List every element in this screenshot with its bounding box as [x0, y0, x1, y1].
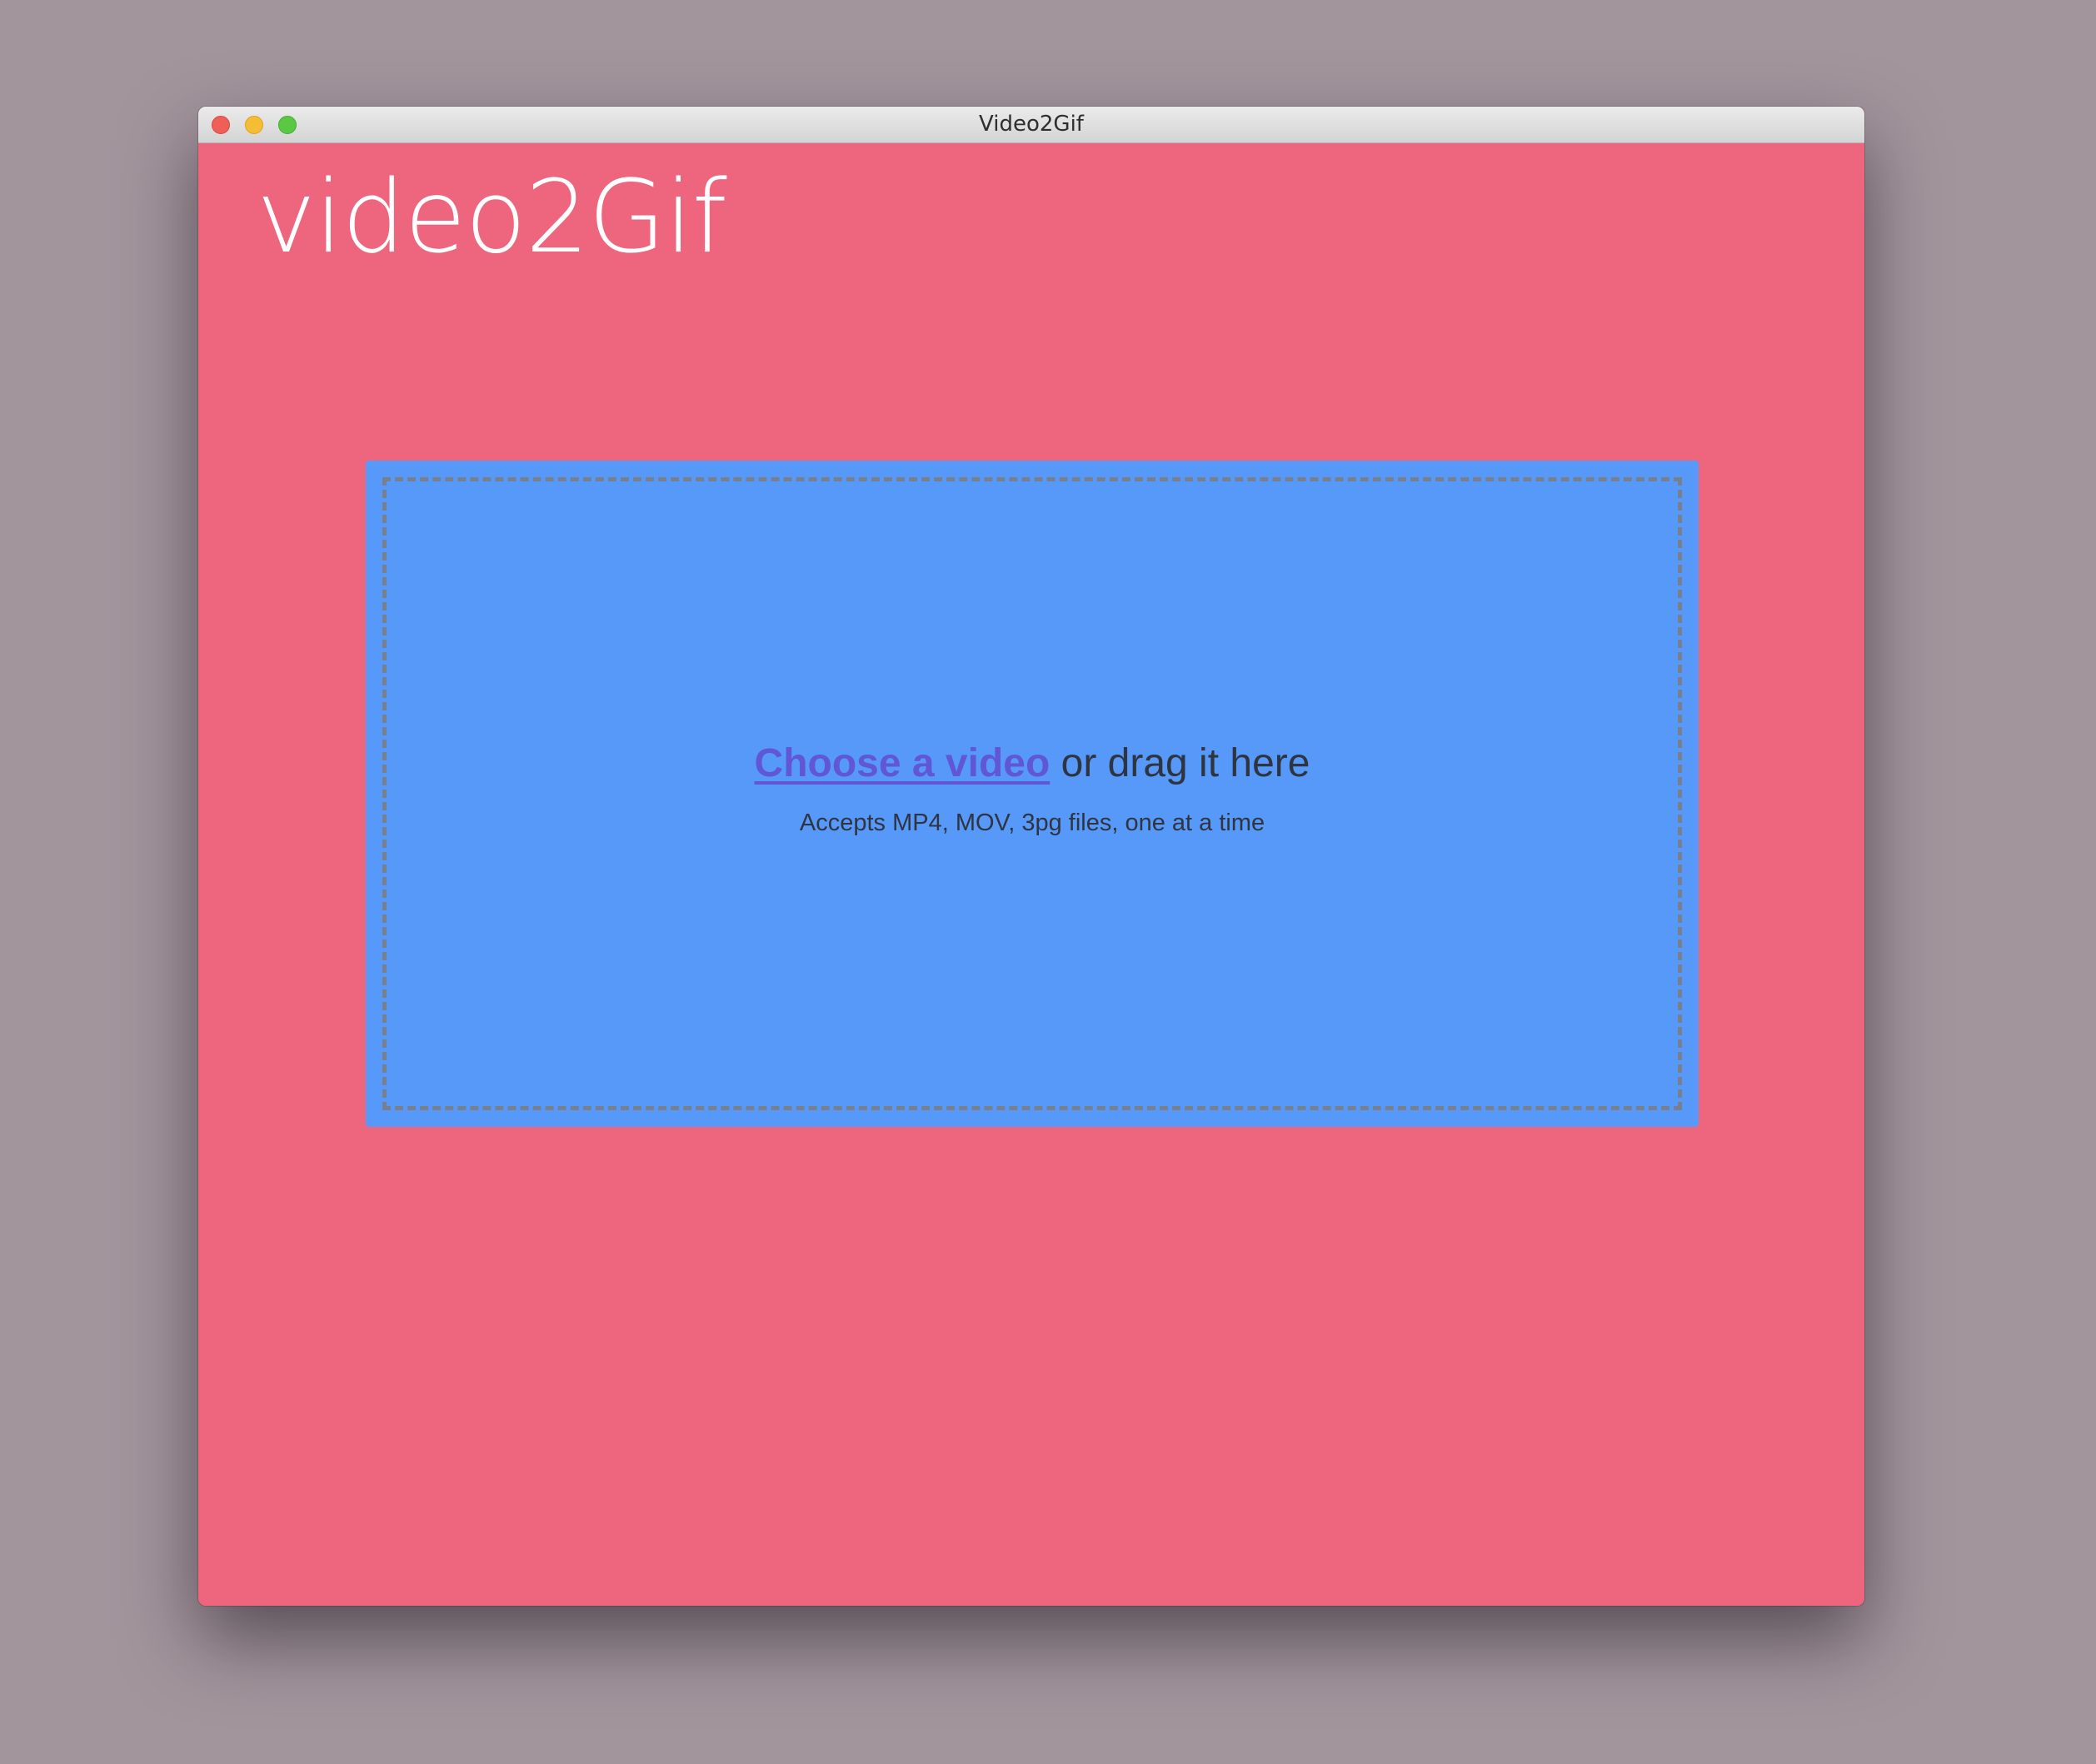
window-title: Video2Gif [979, 112, 1084, 137]
app-logo: video2Gif [257, 160, 727, 276]
app-window: Video2Gif video2Gif Choose a video or dr… [198, 107, 1864, 1606]
drag-here-text: or drag it here [1050, 741, 1310, 785]
dropzone-instruction: Choose a video or drag it here [366, 740, 1699, 788]
dropzone-text: Choose a video or drag it here Accepts M… [366, 740, 1699, 837]
title-bar[interactable]: Video2Gif [198, 107, 1864, 143]
choose-video-link[interactable]: Choose a video [755, 741, 1050, 785]
accepted-formats-hint: Accepts MP4, MOV, 3pg files, one at a ti… [799, 809, 1265, 836]
app-content: video2Gif Choose a video or drag it here… [198, 143, 1864, 1606]
video-dropzone[interactable]: Choose a video or drag it here Accepts M… [366, 461, 1699, 1127]
